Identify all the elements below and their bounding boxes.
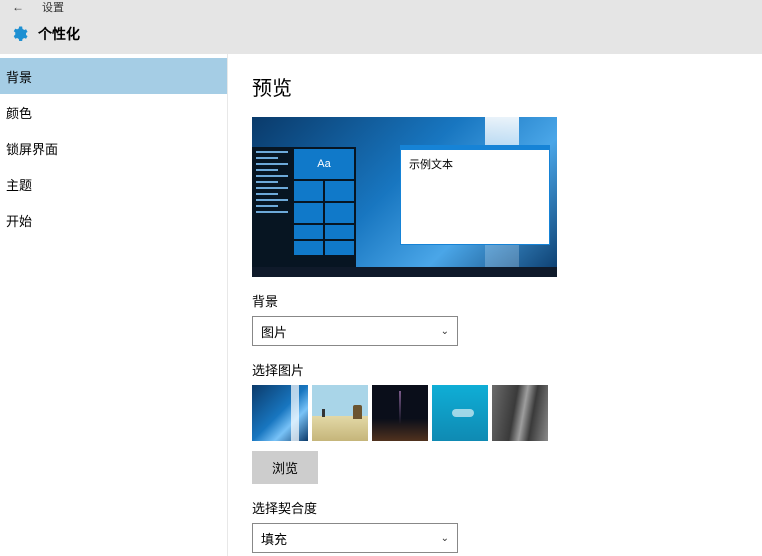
chevron-down-icon: ⌄ — [441, 533, 449, 544]
preview-window: 示例文本 — [400, 145, 550, 245]
picture-thumb-5[interactable] — [492, 385, 548, 441]
sidebar-item-start[interactable]: 开始 — [0, 202, 227, 238]
choose-picture-label: 选择图片 — [252, 360, 742, 379]
picture-thumb-4[interactable] — [432, 385, 488, 441]
sidebar-item-themes[interactable]: 主题 — [0, 166, 227, 202]
fit-dropdown[interactable]: 填充 ⌄ — [252, 523, 458, 553]
back-button[interactable]: ← — [12, 0, 24, 14]
desktop-preview: Aa 示例文本 — [252, 117, 557, 277]
preview-heading: 预览 — [252, 72, 742, 101]
preview-tile-text: Aa — [294, 149, 354, 179]
sidebar-item-label: 锁屏界面 — [6, 139, 58, 158]
sidebar-item-colors[interactable]: 颜色 — [0, 94, 227, 130]
chevron-down-icon: ⌄ — [441, 326, 449, 337]
browse-button[interactable]: 浏览 — [252, 451, 318, 484]
picture-thumb-3[interactable] — [372, 385, 428, 441]
preview-taskbar — [252, 267, 557, 277]
titlebar: ← 设置 — [0, 0, 762, 14]
content-area: 预览 Aa 示例文本 — [228, 54, 762, 556]
fit-label: 选择契合度 — [252, 498, 742, 517]
sidebar: 背景 颜色 锁屏界面 主题 开始 — [0, 54, 228, 556]
picture-thumbnails — [252, 385, 742, 441]
sidebar-item-label: 开始 — [6, 211, 32, 230]
picture-thumb-1[interactable] — [252, 385, 308, 441]
preview-sample-text: 示例文本 — [401, 150, 549, 178]
sidebar-item-label: 主题 — [6, 175, 32, 194]
titlebar-title: 设置 — [42, 0, 64, 15]
dropdown-value: 填充 — [261, 529, 287, 548]
page-header: 个性化 — [0, 14, 762, 54]
picture-thumb-2[interactable] — [312, 385, 368, 441]
sidebar-item-lockscreen[interactable]: 锁屏界面 — [0, 130, 227, 166]
sidebar-item-label: 颜色 — [6, 103, 32, 122]
page-title: 个性化 — [38, 24, 80, 44]
gear-icon — [10, 25, 28, 43]
sidebar-item-label: 背景 — [6, 67, 32, 86]
preview-start-menu: Aa — [252, 147, 356, 267]
background-type-dropdown[interactable]: 图片 ⌄ — [252, 316, 458, 346]
sidebar-item-background[interactable]: 背景 — [0, 58, 227, 94]
background-label: 背景 — [252, 291, 742, 310]
dropdown-value: 图片 — [261, 322, 287, 341]
